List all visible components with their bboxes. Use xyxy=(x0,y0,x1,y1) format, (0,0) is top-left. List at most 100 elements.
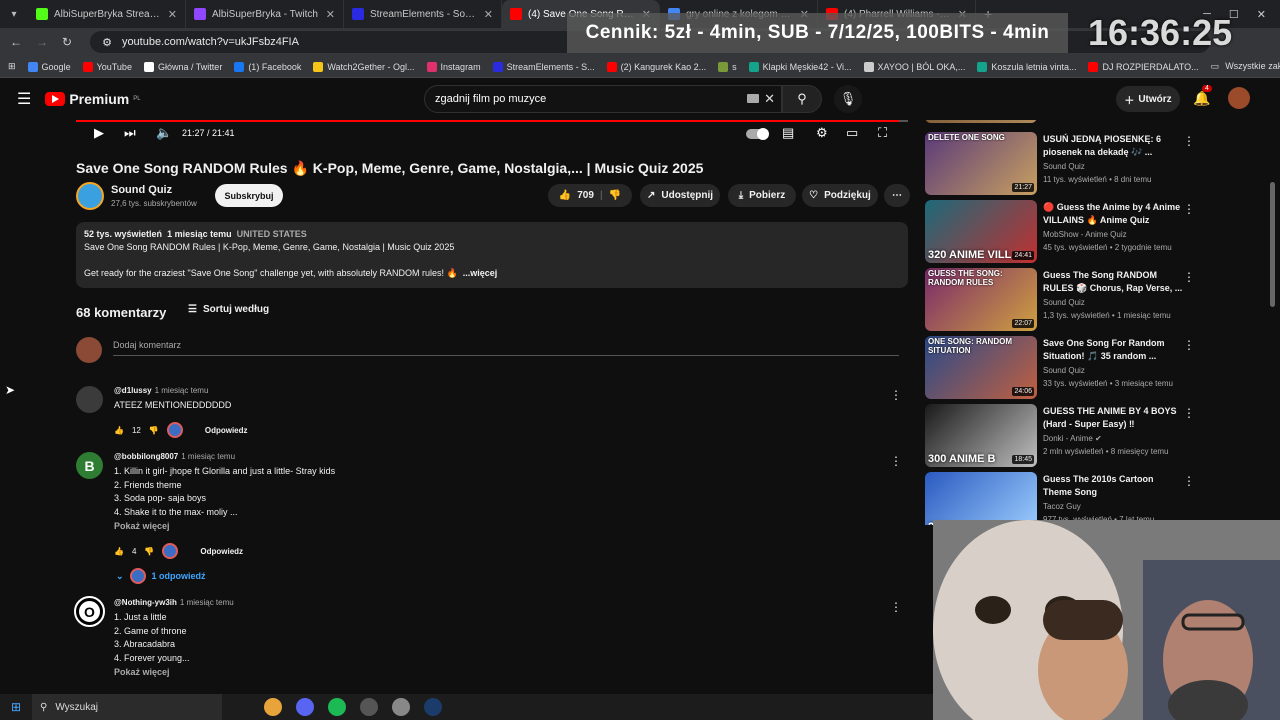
video-thumbnail[interactable]: 2010 xyxy=(925,472,1037,525)
tab-close-icon[interactable]: ✕ xyxy=(168,8,177,21)
share-button[interactable]: ↗ Udostępnij xyxy=(640,184,720,207)
next-icon[interactable]: ⏭ xyxy=(124,125,136,141)
thanks-button[interactable]: ♡ Podziękuj xyxy=(802,184,878,207)
comment-author[interactable]: @bobbilong8007 xyxy=(114,452,178,461)
related-video-menu-icon[interactable]: ⋮ xyxy=(1183,338,1195,352)
play-icon[interactable]: ▶ xyxy=(94,125,104,141)
search-button[interactable]: ⚲ xyxy=(782,85,822,113)
reply-button[interactable]: Odpowiedz xyxy=(205,426,248,435)
comment-menu-icon[interactable]: ⋮ xyxy=(890,600,902,614)
theater-mode-icon[interactable]: ▭ xyxy=(846,125,858,141)
comment-author[interactable]: @d1lussy xyxy=(114,386,152,395)
keyboard-icon[interactable] xyxy=(747,94,759,103)
tab-search-icon[interactable]: ▾ xyxy=(0,9,28,20)
bookmark-item[interactable]: Główna / Twitter xyxy=(143,61,222,72)
related-video-title[interactable]: Guess The Song RANDOM RULES 🎲 Chorus, Ra… xyxy=(1043,269,1183,295)
tab-close-icon[interactable]: ✕ xyxy=(484,8,493,21)
more-actions-button[interactable]: ⋯ xyxy=(884,184,910,207)
video-thumbnail[interactable]: 320 ANIME VILL 24:41 xyxy=(925,200,1037,263)
view-replies-button[interactable]: ⌄ 1 odpowiedź xyxy=(116,568,206,584)
account-avatar[interactable] xyxy=(1228,87,1250,109)
volume-icon[interactable]: 🔈 xyxy=(156,125,172,141)
related-video-channel[interactable]: Tacoz Guy xyxy=(1043,502,1081,511)
related-video-channel[interactable]: MobShow - Anime Quiz xyxy=(1043,230,1127,239)
download-button[interactable]: ⤓ Pobierz xyxy=(728,184,796,207)
bookmark-item[interactable]: Google xyxy=(27,61,71,72)
add-comment-input[interactable]: Dodaj komentarz xyxy=(113,340,181,350)
video-thumbnail[interactable]: DELETE ONE SONG 21:27 xyxy=(925,132,1037,195)
create-button[interactable]: ＋ Utwórz xyxy=(1116,86,1180,112)
related-video-channel[interactable]: Sound Quiz xyxy=(1043,298,1085,307)
dislike-button[interactable]: 👎 xyxy=(609,190,621,201)
comment-avatar[interactable]: B xyxy=(76,452,103,479)
close-window-button[interactable]: ✕ xyxy=(1257,8,1266,21)
spotify-icon[interactable] xyxy=(328,698,346,716)
bookmark-item[interactable]: StreamElements - S... xyxy=(492,61,595,72)
like-button[interactable]: 👍 709 xyxy=(559,190,594,201)
page-scrollbar[interactable] xyxy=(1270,182,1275,307)
related-video-item[interactable]: ONE SONG: RANDOM SITUATION 24:06 Save One … xyxy=(925,336,1255,400)
video-thumbnail[interactable]: ONE SONG: RANDOM SITUATION 24:06 xyxy=(925,336,1037,399)
forward-icon[interactable]: → xyxy=(36,35,48,49)
bookmark-item[interactable]: Koszula letnia vinta... xyxy=(977,61,1076,72)
related-video-item[interactable]: 300 ANIME B 18:45 GUESS THE ANIME BY 4 BOY… xyxy=(925,404,1255,468)
video-progress-bar[interactable] xyxy=(76,120,908,122)
related-video-channel[interactable]: Sound Quiz xyxy=(1043,162,1085,171)
taskbar-search[interactable]: ⚲ Wyszukaj xyxy=(32,694,222,720)
related-video-item[interactable]: GUESS THE SONG: RANDOM RULES 22:07 Guess T… xyxy=(925,268,1255,332)
bookmark-item[interactable]: YouTube xyxy=(82,61,132,72)
related-video-title[interactable]: Save One Song For Random Situation! 🎵 35… xyxy=(1043,337,1183,363)
start-button[interactable]: ⊞ xyxy=(0,700,32,714)
subscribe-button[interactable]: Subskrybuj xyxy=(215,184,283,207)
related-video-title[interactable]: 🔴 Guess the Anime by 4 Anime VILLAINS 🔥 … xyxy=(1043,201,1183,227)
autoplay-toggle[interactable] xyxy=(746,128,769,140)
obs-icon[interactable] xyxy=(360,698,378,716)
bookmark-item[interactable]: (2) Kangurek Kao 2... xyxy=(606,61,706,72)
tab-close-icon[interactable]: ✕ xyxy=(326,8,335,21)
bookmark-item[interactable]: Watch2Gether - Ogl... xyxy=(313,61,415,72)
bookmark-item[interactable]: s xyxy=(718,61,737,72)
like-comment-icon[interactable]: 👍 xyxy=(114,547,124,556)
steam-icon[interactable] xyxy=(424,698,442,716)
bookmark-item[interactable]: Klapki Męskie42 - Vi... xyxy=(748,61,852,72)
related-video-item[interactable]: DELETE ONE SONG 21:27 USUŃ JEDNĄ PIOSENKĘ:… xyxy=(925,132,1255,196)
bookmark-item[interactable]: Instagram xyxy=(426,61,481,72)
related-video-menu-icon[interactable]: ⋮ xyxy=(1183,270,1195,284)
related-video-channel[interactable]: Sound Quiz xyxy=(1043,366,1085,375)
task-view-icon[interactable] xyxy=(232,698,250,716)
video-thumbnail[interactable]: 300 ANIME B 18:45 xyxy=(925,404,1037,467)
show-more-link[interactable]: Pokaż więcej xyxy=(114,521,170,531)
comment-menu-icon[interactable]: ⋮ xyxy=(890,454,902,468)
dislike-comment-icon[interactable]: 👎 xyxy=(144,547,154,556)
voice-search-button[interactable]: 🎙 xyxy=(834,85,862,113)
video-thumbnail[interactable]: GUESS THE SONG: RANDOM RULES 22:07 xyxy=(925,268,1037,331)
bookmark-item[interactable]: (1) Facebook xyxy=(234,61,301,72)
back-icon[interactable]: ← xyxy=(10,35,22,49)
related-video-title[interactable]: USUŃ JEDNĄ PIOSENKĘ: 6 piosenek na dekad… xyxy=(1043,133,1183,159)
sort-comments-button[interactable]: ☰ Sortuj według xyxy=(188,304,269,315)
comment-avatar[interactable]: O xyxy=(74,596,105,627)
clear-search-icon[interactable]: ✕ xyxy=(764,91,775,107)
all-bookmarks[interactable]: ▭ Wszystkie zakładki xyxy=(1211,61,1280,72)
bookmark-item[interactable]: XAYOO | BÓL OKA,... xyxy=(863,61,965,72)
related-video-menu-icon[interactable]: ⋮ xyxy=(1183,406,1195,420)
app-icon[interactable] xyxy=(392,698,410,716)
fullscreen-icon[interactable]: ⛶ xyxy=(878,125,887,141)
comment-avatar[interactable] xyxy=(76,386,103,413)
youtube-logo[interactable]: Premium PL xyxy=(45,91,141,107)
bookmark-item[interactable]: DJ ROZPIERDALATO... xyxy=(1088,61,1199,72)
video-thumbnail[interactable] xyxy=(925,120,1037,123)
related-video-channel[interactable]: Donki - Anime ✔ xyxy=(1043,434,1102,443)
search-input[interactable]: zgadnij film po muzyce ✕ xyxy=(424,85,782,113)
notifications-button[interactable]: 🔔 4 xyxy=(1193,85,1212,107)
related-video-title[interactable]: Guess The 2010s Cartoon Theme Song xyxy=(1043,473,1183,499)
apps-icon[interactable]: ⊞ xyxy=(8,61,16,72)
subtitles-icon[interactable]: ▤ xyxy=(782,125,794,141)
related-video-title[interactable]: GUESS THE ANIME BY 4 BOYS (Hard - Super … xyxy=(1043,405,1183,431)
related-video-menu-icon[interactable]: ⋮ xyxy=(1183,474,1195,488)
related-video-menu-icon[interactable]: ⋮ xyxy=(1183,134,1195,148)
channel-name[interactable]: Sound Quiz xyxy=(111,184,172,196)
video-description[interactable]: 52 tys. wyświetleń 1 miesiąc temu UNITED… xyxy=(76,222,908,288)
browser-tab[interactable]: StreamElements - Songrequest ✕ xyxy=(344,0,502,28)
like-comment-icon[interactable]: 👍 xyxy=(114,426,124,435)
